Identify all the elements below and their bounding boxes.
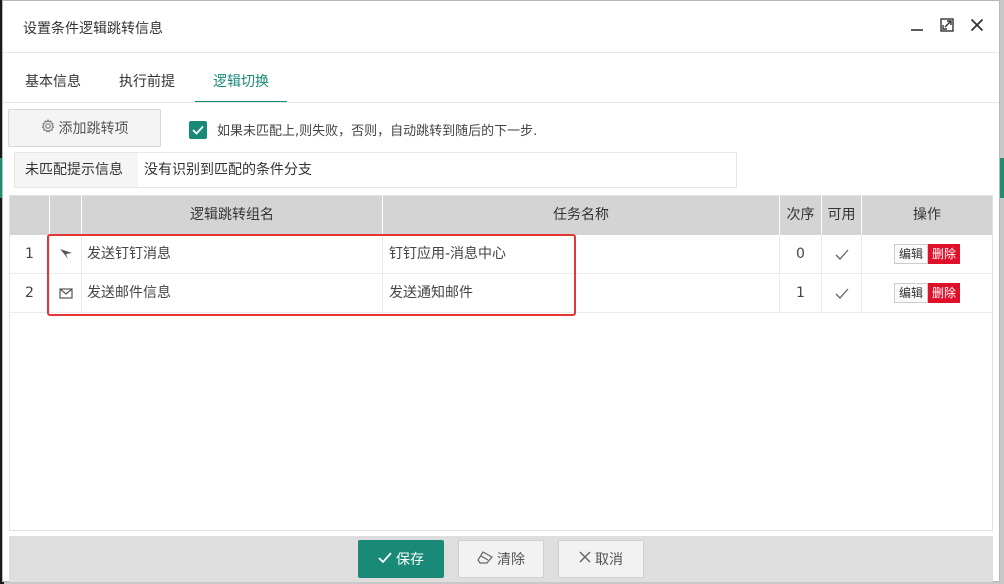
row-task-name: 钉钉应用-消息中心 bbox=[383, 235, 780, 273]
tab-preconditions[interactable]: 执行前提 bbox=[101, 61, 193, 103]
mail-icon bbox=[50, 274, 82, 312]
row-order: 0 bbox=[780, 235, 822, 273]
tab-basic-info[interactable]: 基本信息 bbox=[7, 61, 99, 103]
minimize-icon[interactable] bbox=[909, 16, 925, 34]
row-index: 1 bbox=[10, 235, 50, 273]
close-icon[interactable] bbox=[969, 16, 985, 34]
unmatched-message-input[interactable]: 没有识别到匹配的条件分支 bbox=[138, 153, 736, 187]
row-task-name: 发送通知邮件 bbox=[383, 274, 780, 312]
check-icon bbox=[822, 274, 862, 312]
logic-jump-dialog: 设置条件逻辑跳转信息 基本信息 执行前提 逻辑切换 添加跳转项 如果未匹配上,则… bbox=[2, 0, 1000, 582]
jump-items-grid: 逻辑跳转组名 任务名称 次序 可用 操作 1 发送钉钉消息 钉钉应用-消息中心 … bbox=[9, 195, 993, 531]
delete-button[interactable]: 删除 bbox=[928, 244, 961, 264]
row-operations: 编辑 删除 bbox=[862, 235, 992, 273]
cancel-label: 取消 bbox=[595, 552, 623, 568]
tab-logic-switch[interactable]: 逻辑切换 bbox=[195, 61, 287, 103]
dialog-titlebar: 设置条件逻辑跳转信息 bbox=[3, 1, 999, 53]
header-group-name[interactable]: 逻辑跳转组名 bbox=[82, 196, 383, 235]
check-icon bbox=[378, 551, 392, 567]
send-icon bbox=[50, 235, 82, 273]
cancel-button[interactable]: 取消 bbox=[558, 540, 644, 578]
fail-if-unmatched-label: 如果未匹配上,则失败，否则，自动跳转到随后的下一步. bbox=[217, 124, 538, 139]
grid-header: 逻辑跳转组名 任务名称 次序 可用 操作 bbox=[10, 196, 992, 235]
fail-if-unmatched-checkbox[interactable] bbox=[189, 120, 207, 139]
delete-button[interactable]: 删除 bbox=[928, 283, 961, 303]
header-available[interactable]: 可用 bbox=[822, 196, 862, 235]
maximize-icon[interactable] bbox=[939, 16, 955, 34]
close-icon bbox=[579, 551, 591, 567]
save-button[interactable]: 保存 bbox=[358, 540, 444, 578]
header-index bbox=[10, 196, 50, 235]
dialog-title: 设置条件逻辑跳转信息 bbox=[23, 21, 163, 37]
window-controls bbox=[909, 16, 985, 34]
fail-if-unmatched-option: 如果未匹配上,则失败，否则，自动跳转到随后的下一步. bbox=[189, 120, 537, 139]
header-order[interactable]: 次序 bbox=[780, 196, 822, 235]
clear-button[interactable]: 清除 bbox=[458, 540, 544, 578]
row-index: 2 bbox=[10, 274, 50, 312]
toolbar: 添加跳转项 如果未匹配上,则失败，否则，自动跳转到随后的下一步. bbox=[8, 109, 994, 149]
row-order: 1 bbox=[780, 274, 822, 312]
gear-icon bbox=[41, 118, 55, 137]
unmatched-message-row: 未匹配提示信息 没有识别到匹配的条件分支 bbox=[14, 152, 737, 188]
row-operations: 编辑 删除 bbox=[862, 274, 992, 312]
save-label: 保存 bbox=[396, 552, 424, 568]
tab-bar: 基本信息 执行前提 逻辑切换 bbox=[7, 61, 289, 103]
row-group-name: 发送钉钉消息 bbox=[82, 235, 383, 273]
tab-divider bbox=[3, 102, 999, 103]
row-group-name: 发送邮件信息 bbox=[82, 274, 383, 312]
edit-button[interactable]: 编辑 bbox=[893, 244, 928, 264]
header-task-name[interactable]: 任务名称 bbox=[383, 196, 780, 235]
dialog-footer: 保存 清除 取消 bbox=[9, 536, 993, 582]
table-row[interactable]: 2 发送邮件信息 发送通知邮件 1 编辑 删除 bbox=[10, 274, 992, 313]
header-operations: 操作 bbox=[913, 207, 941, 223]
eraser-icon bbox=[477, 550, 493, 568]
edit-button[interactable]: 编辑 bbox=[893, 283, 928, 303]
check-icon bbox=[822, 235, 862, 273]
add-jump-label: 添加跳转项 bbox=[58, 121, 129, 137]
unmatched-message-label: 未匹配提示信息 bbox=[15, 153, 138, 187]
table-row[interactable]: 1 发送钉钉消息 钉钉应用-消息中心 0 编辑 删除 bbox=[10, 235, 992, 274]
header-icon bbox=[50, 196, 82, 235]
add-jump-button[interactable]: 添加跳转项 bbox=[8, 109, 161, 147]
clear-label: 清除 bbox=[497, 552, 525, 568]
background-window-accent-right bbox=[1000, 158, 1004, 198]
